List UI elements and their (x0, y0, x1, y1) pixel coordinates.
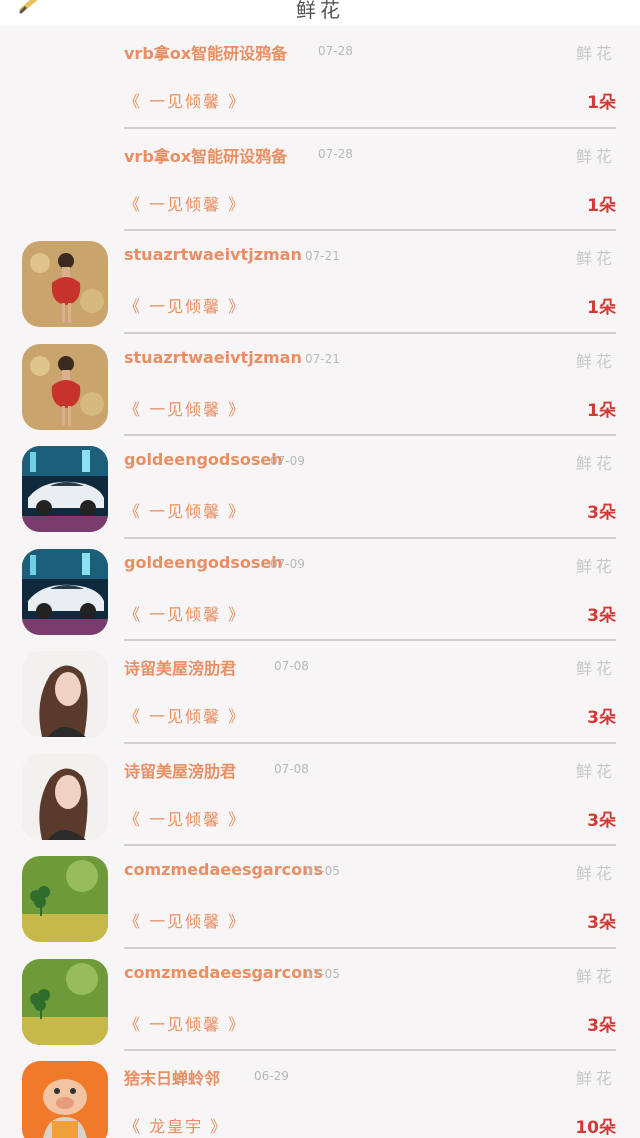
gift-type: 鲜花 (575, 249, 616, 268)
record-date: 07-08 (274, 761, 309, 776)
record-date: 07-21 (305, 351, 340, 366)
clover-avatar[interactable] (22, 856, 108, 942)
book-title[interactable]: 《 一见倾馨 》 (124, 396, 246, 420)
sender-name: 猞末日蝉蛉邻 (124, 1069, 221, 1088)
book-title[interactable]: 《 一见倾馨 》 (124, 293, 246, 317)
gift-type: 鲜花 (575, 146, 616, 166)
list-item[interactable]: vrb拿ox智能研设鸦备 07-28 鲜花 《 一见倾馨 》 1朵 (0, 129, 640, 231)
sender-name: vrb拿ox智能研设鸦备 (124, 44, 288, 63)
book-title[interactable]: 《 一见倾馨 》 (124, 703, 246, 727)
gift-count: 3朵 (587, 503, 616, 523)
gift-count: 3朵 (587, 605, 616, 626)
list-item[interactable]: comzmedaeesgarcons 07-05 鲜花 《 一见倾馨 》 3朵 (0, 846, 640, 949)
cartoon-pig-avatar[interactable] (22, 1061, 108, 1138)
record-date: 07-21 (305, 249, 340, 263)
gift-type: 鲜花 (575, 1069, 616, 1088)
book-title[interactable]: 《 一见倾馨 》 (124, 601, 246, 625)
gift-type: 鲜花 (575, 761, 616, 781)
record-date: 07-09 (270, 556, 305, 571)
sender-name: 诗留美屋滂肋君 (124, 659, 237, 678)
sender-name: goldeengodsoseh (124, 450, 283, 469)
list-item[interactable]: 猞末日蝉蛉邻 06-29 鲜花 《 龙皇宇 》 10朵 (0, 1051, 640, 1138)
book-title[interactable]: 《 一见倾馨 》 (124, 806, 246, 830)
clover-avatar[interactable] (22, 958, 108, 1045)
record-date: 07-28 (318, 44, 353, 58)
gift-count: 1朵 (587, 93, 616, 113)
sports-car-avatar[interactable] (22, 446, 108, 532)
flower-record-list: vrb拿ox智能研设鸦备 07-28 鲜花 《 一见倾馨 》 1朵 vrb拿ox… (0, 26, 640, 1138)
sender-name: 诗留美屋滂肋君 (124, 761, 237, 781)
sender-name: goldeengodsoseh (124, 552, 283, 572)
sender-name: comzmedaeesgarcons (124, 962, 323, 982)
woman-portrait-avatar[interactable] (22, 753, 108, 840)
gift-count: 10朵 (575, 1118, 616, 1138)
record-date: 07-05 (305, 864, 340, 878)
gift-count: 1朵 (587, 400, 616, 421)
gift-count: 3朵 (587, 913, 616, 933)
list-item[interactable]: comzmedaeesgarcons 07-05 鲜花 《 一见倾馨 》 3朵 (0, 949, 640, 1051)
woman-portrait-avatar[interactable] (22, 651, 108, 737)
gift-count: 1朵 (587, 298, 616, 318)
top-bar: 鲜花 (0, 0, 640, 26)
book-title[interactable]: 《 一见倾馨 》 (124, 498, 246, 522)
list-item[interactable]: stuazrtwaeivtjzman 07-21 鲜花 《 一见倾馨 》 1朵 (0, 334, 640, 436)
list-item[interactable]: goldeengodsoseh 07-09 鲜花 《 一见倾馨 》 3朵 (0, 436, 640, 539)
sender-name: comzmedaeesgarcons (124, 860, 323, 879)
book-title[interactable]: 《 一见倾馨 》 (124, 908, 246, 932)
page-title: 鲜花 (296, 0, 344, 22)
gift-type: 鲜花 (575, 44, 616, 63)
sender-name: stuazrtwaeivtjzman (124, 347, 302, 367)
gift-type: 鲜花 (575, 454, 616, 473)
sports-car-avatar[interactable] (22, 548, 108, 635)
book-title[interactable]: 《 一见倾馨 》 (124, 191, 246, 215)
gift-type: 鲜花 (575, 966, 616, 986)
record-date: 07-05 (305, 966, 340, 981)
book-title[interactable]: 《 一见倾馨 》 (124, 88, 246, 112)
list-item[interactable]: 诗留美屋滂肋君 07-08 鲜花 《 一见倾馨 》 3朵 (0, 744, 640, 846)
gift-type: 鲜花 (575, 351, 616, 371)
gift-type: 鲜花 (575, 556, 616, 576)
girl-rose-avatar[interactable] (22, 241, 108, 327)
book-title[interactable]: 《 龙皇宇 》 (124, 1113, 228, 1137)
record-date: 06-29 (254, 1069, 289, 1083)
gift-type: 鲜花 (575, 864, 616, 883)
list-item[interactable]: goldeengodsoseh 07-09 鲜花 《 一见倾馨 》 3朵 (0, 539, 640, 641)
record-date: 07-09 (270, 454, 305, 468)
list-item[interactable]: vrb拿ox智能研设鸦备 07-28 鲜花 《 一见倾馨 》 1朵 (0, 26, 640, 129)
gift-count: 3朵 (587, 1015, 616, 1036)
list-item[interactable]: 诗留美屋滂肋君 07-08 鲜花 《 一见倾馨 》 3朵 (0, 641, 640, 744)
gift-count: 1朵 (587, 195, 616, 216)
sender-name: stuazrtwaeivtjzman (124, 245, 302, 264)
flowers-page: 鲜花 vrb拿ox智能研设鸦备 07-28 鲜花 《 一见倾馨 》 1朵 vrb… (0, 0, 640, 1138)
list-item[interactable]: stuazrtwaeivtjzman 07-21 鲜花 《 一见倾馨 》 1朵 (0, 231, 640, 334)
record-date: 07-08 (274, 659, 309, 673)
record-date: 07-28 (318, 146, 353, 161)
sender-name: vrb拿ox智能研设鸦备 (124, 146, 288, 166)
gift-count: 3朵 (587, 810, 616, 831)
book-title[interactable]: 《 一见倾馨 》 (124, 1011, 246, 1035)
girl-rose-avatar[interactable] (22, 343, 108, 430)
gift-type: 鲜花 (575, 659, 616, 678)
gift-count: 3朵 (587, 708, 616, 728)
